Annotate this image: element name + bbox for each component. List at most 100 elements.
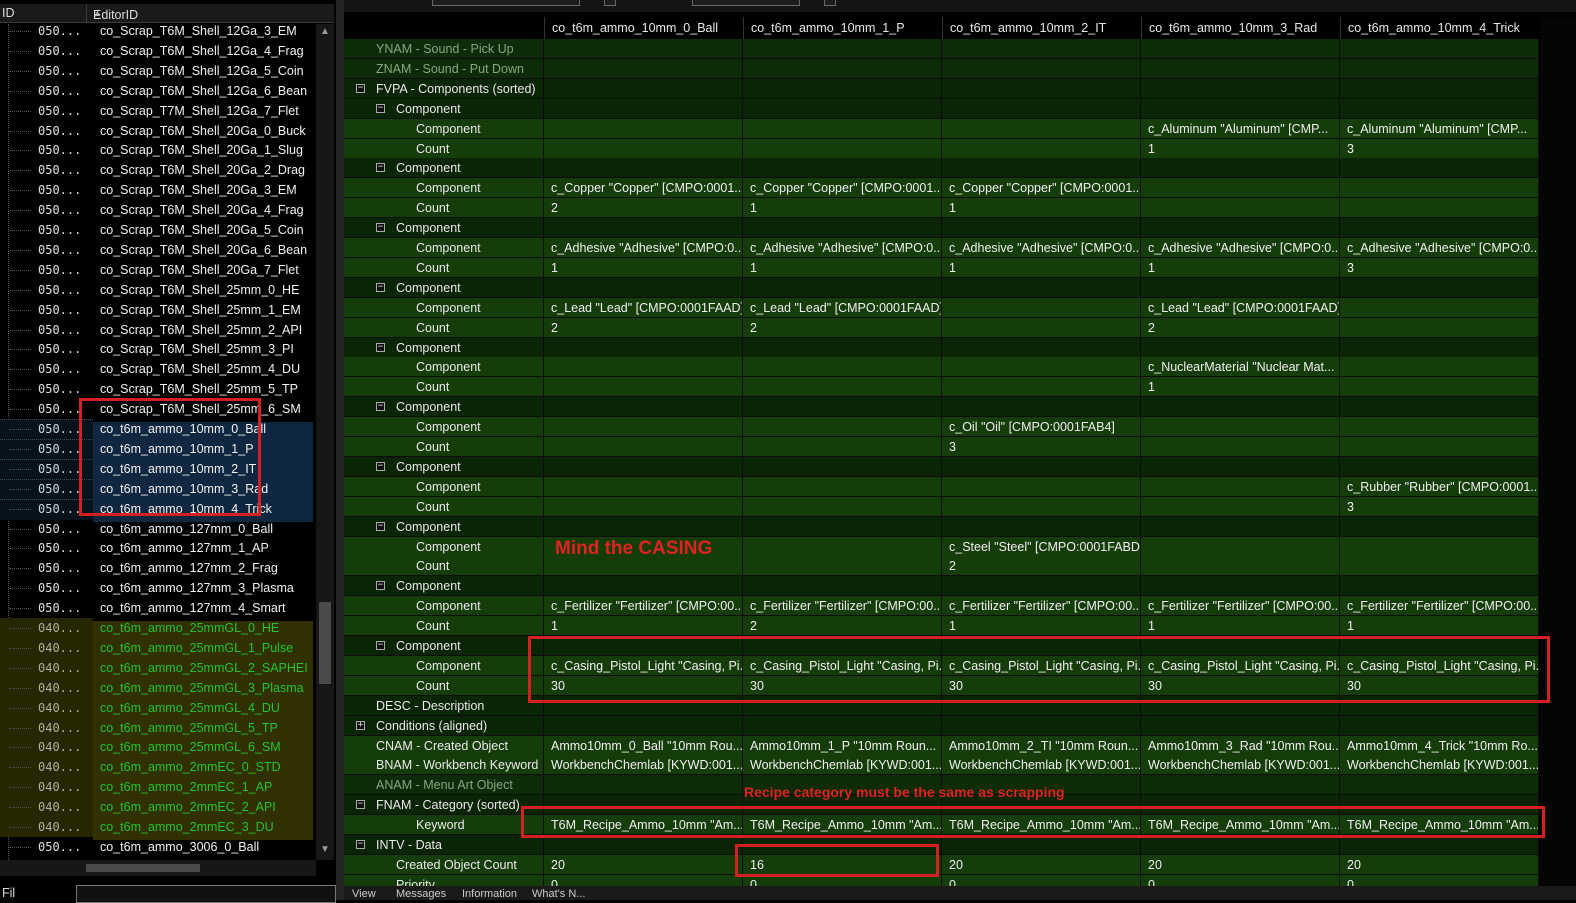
record-row[interactable]: 050...co_t6m_ammo_127mm_3_Plasma: [0, 578, 316, 598]
field-value-cell[interactable]: [1340, 298, 1539, 318]
field-value-cell[interactable]: [942, 338, 1141, 358]
field-value-cell[interactable]: [942, 99, 1141, 119]
field-value-cell[interactable]: [1340, 397, 1539, 417]
record-row[interactable]: 040...co_t6m_ammo_25mmGL_4_DU: [0, 698, 316, 718]
grid-row[interactable]: Count1: [344, 377, 1576, 397]
field-value-cell[interactable]: [942, 298, 1141, 318]
field-value-cell[interactable]: [942, 357, 1141, 377]
field-value-cell[interactable]: [743, 437, 942, 457]
field-value-cell[interactable]: c_Adhesive "Adhesive" [CMPO:0...: [743, 238, 942, 258]
field-value-cell[interactable]: Ammo10mm_0_Ball "10mm Rou...: [544, 736, 743, 756]
field-value-cell[interactable]: [544, 59, 743, 79]
field-value-cell[interactable]: [1141, 338, 1340, 358]
grid-row[interactable]: Componentc_Oil "Oil" [CMPO:0001FAB4]: [344, 417, 1576, 437]
field-value-cell[interactable]: [743, 99, 942, 119]
field-value-cell[interactable]: [743, 716, 942, 736]
grid-row[interactable]: Count3: [344, 437, 1576, 457]
record-row[interactable]: 040...co_t6m_ammo_25mmGL_0_HE: [0, 618, 316, 638]
grid-row[interactable]: Componentc_Aluminum "Aluminum" [CMP...c_…: [344, 119, 1576, 139]
grid-row[interactable]: Componentc_Fertilizer "Fertilizer" [CMPO…: [344, 596, 1576, 616]
grid-row[interactable]: BNAM - Workbench KeywordWorkbenchChemlab…: [344, 755, 1576, 775]
field-value-cell[interactable]: [544, 377, 743, 397]
field-value-cell[interactable]: [1340, 39, 1539, 59]
field-value-cell[interactable]: [743, 59, 942, 79]
field-value-cell[interactable]: [743, 397, 942, 417]
field-value-cell[interactable]: [942, 457, 1141, 477]
grid-row[interactable]: Count211: [344, 198, 1576, 218]
field-value-cell[interactable]: [743, 218, 942, 238]
record-row[interactable]: 050...co_Scrap_T7M_Shell_12Ga_7_Flet: [0, 101, 316, 121]
field-value-cell[interactable]: WorkbenchChemlab [KYWD:001...: [544, 755, 743, 775]
record-row[interactable]: 050...co_Scrap_T6M_Shell_12Ga_4_Frag: [0, 41, 316, 61]
record-row[interactable]: 050...co_Scrap_T6M_Shell_20Ga_3_EM: [0, 180, 316, 200]
grid-row[interactable]: Count2: [344, 556, 1576, 576]
field-value-cell[interactable]: [544, 497, 743, 517]
field-value-cell[interactable]: [1141, 457, 1340, 477]
grid-row[interactable]: Componentc_NuclearMaterial "Nuclear Mat.…: [344, 357, 1576, 377]
field-value-cell[interactable]: [942, 158, 1141, 178]
field-value-cell[interactable]: [743, 158, 942, 178]
field-value-cell[interactable]: [743, 556, 942, 576]
field-value-cell[interactable]: [942, 576, 1141, 596]
record-row[interactable]: 040...co_t6m_ammo_2mmEC_1_AP: [0, 777, 316, 797]
grid-row[interactable]: Count3: [344, 497, 1576, 517]
field-value-cell[interactable]: [743, 79, 942, 99]
grid-row[interactable]: −Component: [344, 278, 1576, 298]
grid-row[interactable]: Componentc_Lead "Lead" [CMPO:0001FAAD]c_…: [344, 298, 1576, 318]
field-value-cell[interactable]: [942, 278, 1141, 298]
field-value-cell[interactable]: [1340, 357, 1539, 377]
field-value-cell[interactable]: [942, 39, 1141, 59]
toolbar-combo[interactable]: [692, 0, 800, 6]
field-value-cell[interactable]: [544, 158, 743, 178]
field-value-cell[interactable]: [544, 716, 743, 736]
field-value-cell[interactable]: [1340, 517, 1539, 537]
collapse-icon[interactable]: −: [376, 581, 385, 590]
field-value-cell[interactable]: 1: [544, 258, 743, 278]
record-list-vertical-scrollbar[interactable]: ▲ ▼: [316, 24, 334, 860]
field-value-cell[interactable]: c_Steel "Steel" [CMPO:0001FABD]: [942, 537, 1141, 557]
record-row[interactable]: 040...co_t6m_ammo_25mmGL_6_SM: [0, 737, 316, 757]
expand-icon[interactable]: +: [356, 721, 365, 730]
field-value-cell[interactable]: 1: [1141, 616, 1340, 636]
record-row[interactable]: 040...co_t6m_ammo_25mmGL_2_SAPHEI: [0, 658, 316, 678]
toolbar-combo[interactable]: [432, 0, 580, 6]
field-value-cell[interactable]: [1340, 775, 1539, 795]
toolbar-button[interactable]: [824, 0, 836, 6]
field-value-cell[interactable]: [1340, 576, 1539, 596]
field-value-cell[interactable]: 2: [1141, 318, 1340, 338]
grid-row[interactable]: −INTV - Data: [344, 835, 1576, 855]
grid-row[interactable]: CNAM - Created ObjectAmmo10mm_0_Ball "10…: [344, 736, 1576, 756]
field-value-cell[interactable]: WorkbenchChemlab [KYWD:001...: [1141, 755, 1340, 775]
record-row[interactable]: 050...co_Scrap_T6M_Shell_12Ga_6_Bean: [0, 81, 316, 101]
field-value-cell[interactable]: 2: [544, 318, 743, 338]
field-value-cell[interactable]: [544, 357, 743, 377]
column-header-record[interactable]: co_t6m_ammo_10mm_1_P: [743, 17, 942, 39]
field-value-cell[interactable]: c_Copper "Copper" [CMPO:0001...: [942, 178, 1141, 198]
column-divider[interactable]: [86, 4, 87, 22]
field-value-cell[interactable]: 1: [1141, 377, 1340, 397]
field-value-cell[interactable]: [1141, 417, 1340, 437]
field-value-cell[interactable]: [743, 517, 942, 537]
record-row[interactable]: 050...co_Scrap_T6M_Shell_20Ga_6_Bean: [0, 240, 316, 260]
field-value-cell[interactable]: [743, 278, 942, 298]
field-value-cell[interactable]: 1: [1141, 258, 1340, 278]
field-value-cell[interactable]: 3: [1340, 139, 1539, 159]
field-value-cell[interactable]: 1: [743, 258, 942, 278]
column-header-record[interactable]: co_t6m_ammo_10mm_4_Trick: [1340, 17, 1539, 39]
field-value-cell[interactable]: [1141, 198, 1340, 218]
record-row[interactable]: 050...co_Scrap_T6M_Shell_25mm_4_DU: [0, 359, 316, 379]
field-value-cell[interactable]: [1340, 59, 1539, 79]
grid-row[interactable]: Created Object Count2016202020: [344, 855, 1576, 875]
field-value-cell[interactable]: c_Fertilizer "Fertilizer" [CMPO:00...: [1340, 596, 1539, 616]
bottom-tab[interactable]: View: [352, 888, 376, 900]
collapse-icon[interactable]: −: [376, 402, 385, 411]
field-value-cell[interactable]: [942, 377, 1141, 397]
record-row[interactable]: 050...co_Scrap_T6M_Shell_20Ga_4_Frag: [0, 200, 316, 220]
field-value-cell[interactable]: WorkbenchChemlab [KYWD:001...: [743, 755, 942, 775]
grid-row[interactable]: −Component: [344, 218, 1576, 238]
field-value-cell[interactable]: [544, 39, 743, 59]
field-value-cell[interactable]: [1340, 537, 1539, 557]
field-value-cell[interactable]: [743, 477, 942, 497]
collapse-icon[interactable]: −: [376, 163, 385, 172]
field-value-cell[interactable]: [942, 119, 1141, 139]
